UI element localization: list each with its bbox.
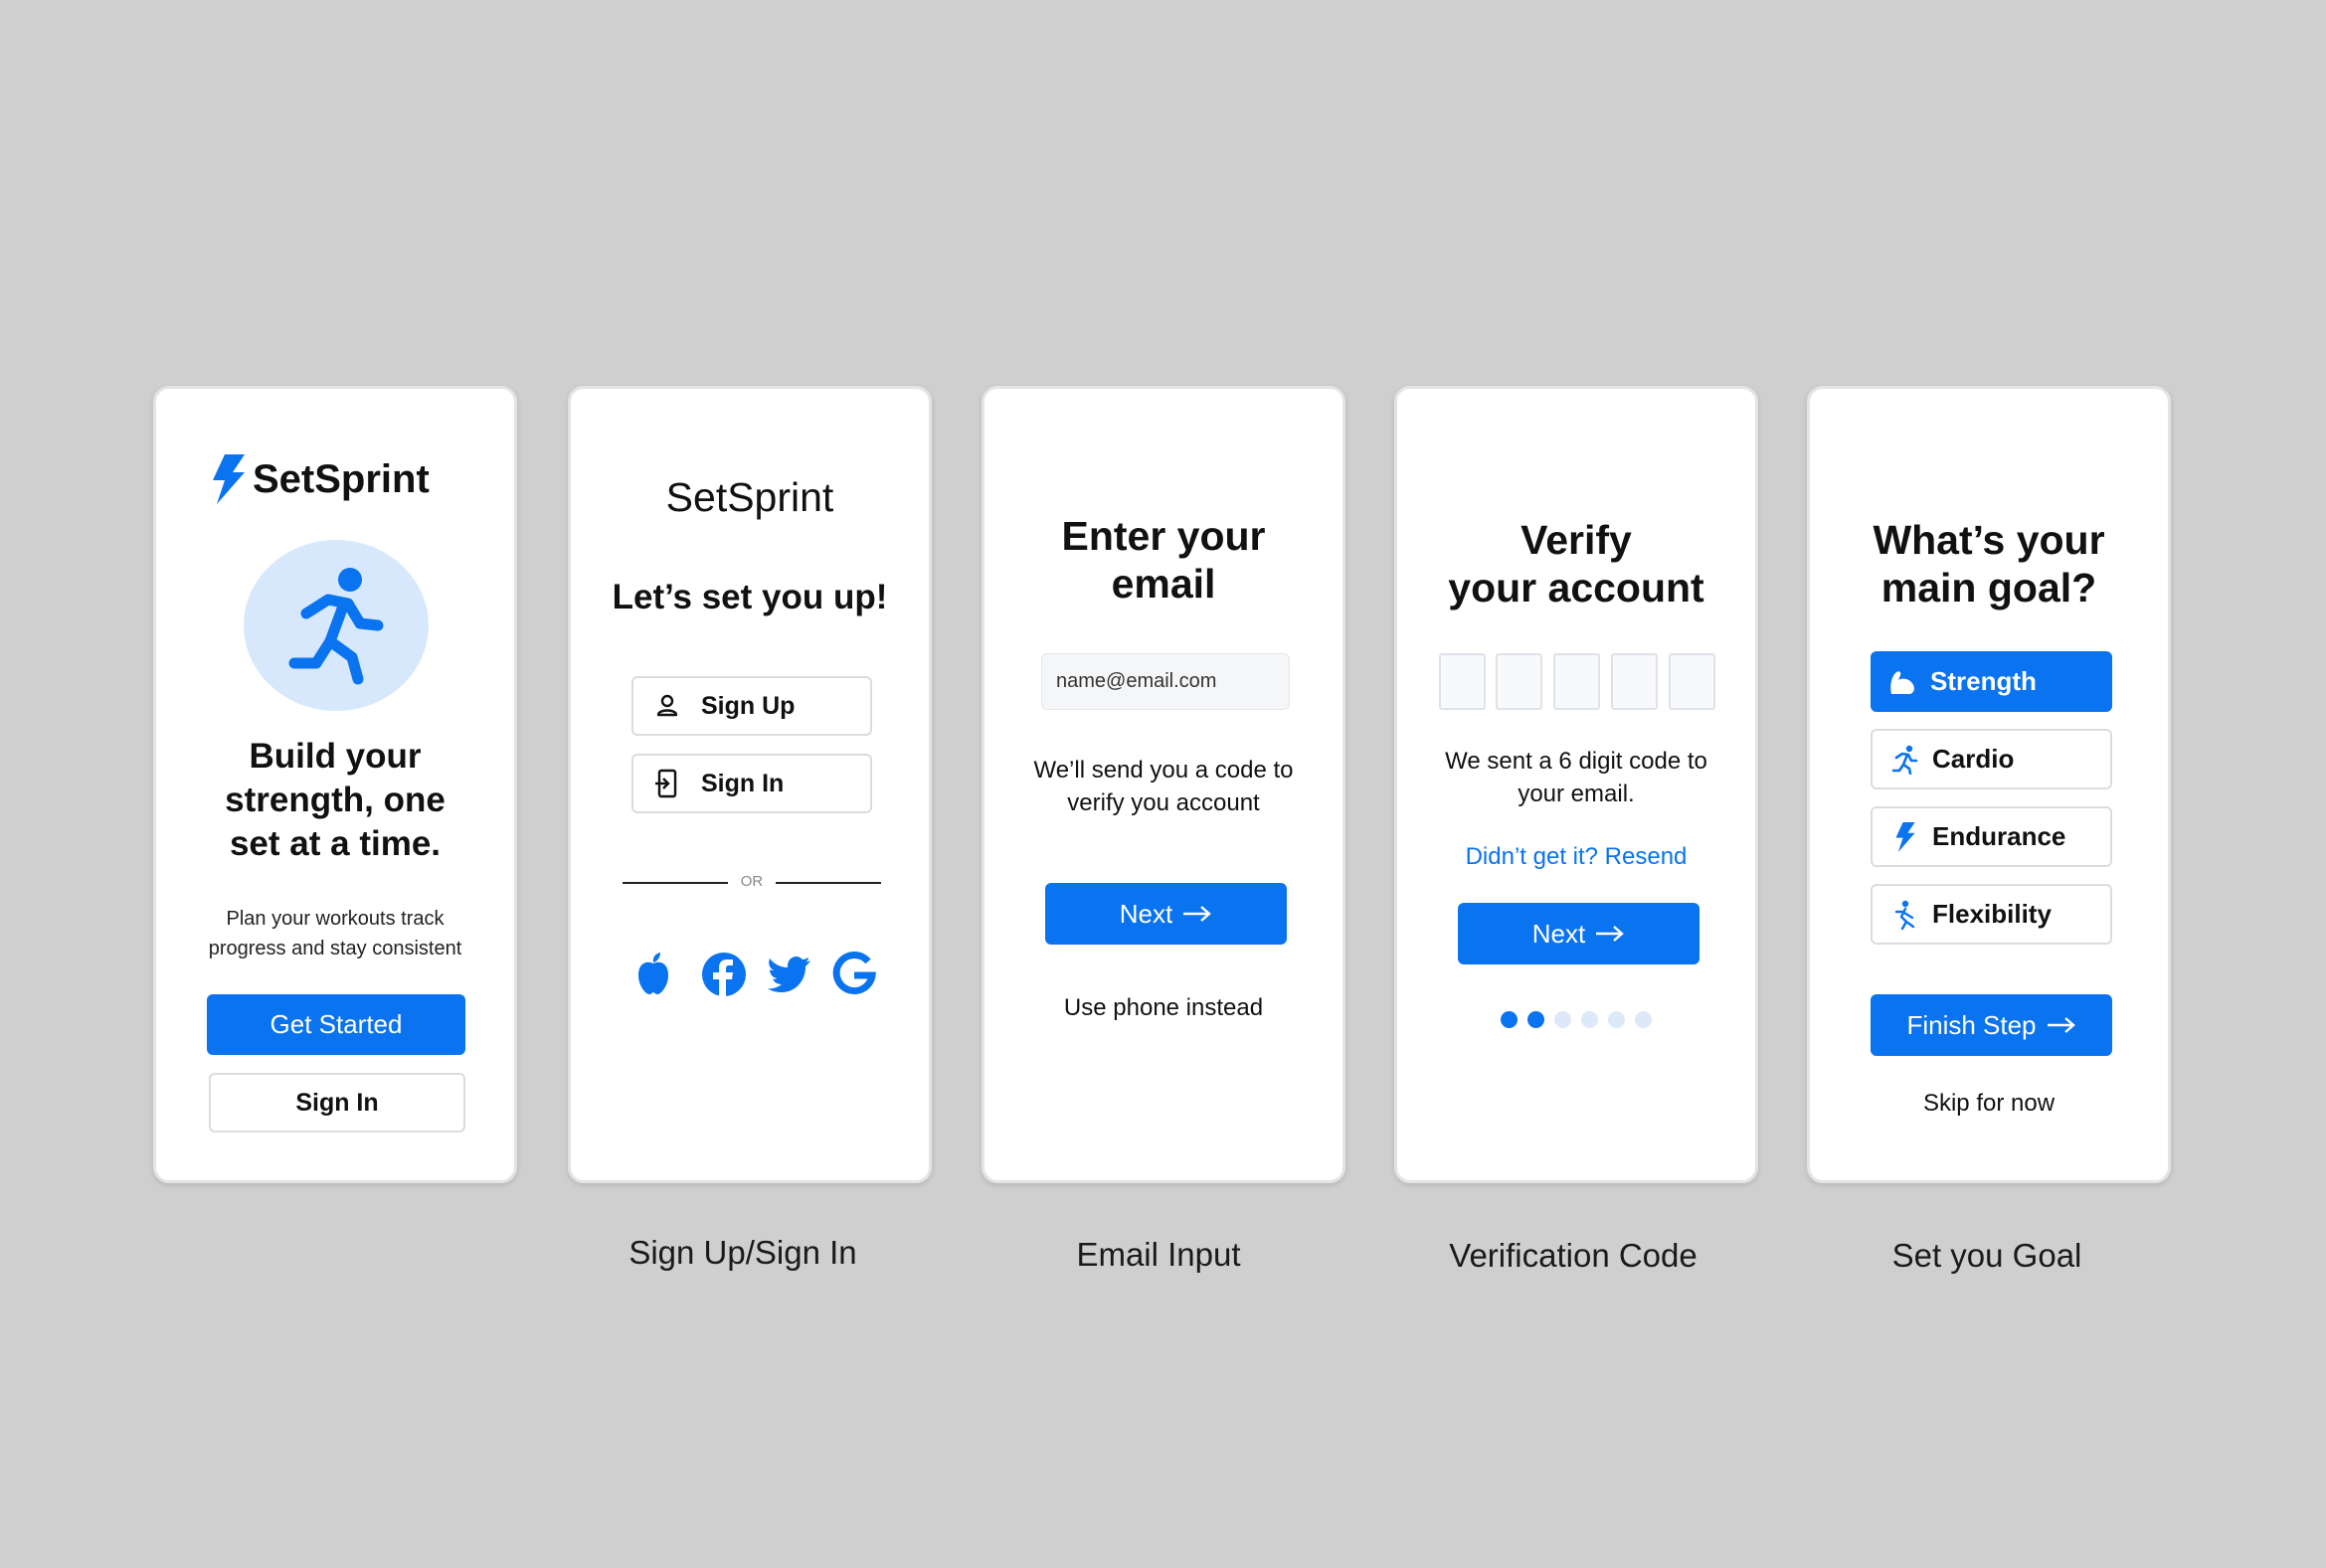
verify-info: We sent a 6 digit code to your email.	[1397, 745, 1755, 810]
caption-signup-signin: Sign Up/Sign In	[628, 1234, 857, 1271]
apple-icon	[638, 953, 668, 994]
divider-line-right	[776, 882, 881, 884]
arrow-right-icon	[1596, 926, 1625, 942]
flexed-arm-icon	[1890, 670, 1914, 694]
sign-in-button[interactable]: Sign In	[209, 1073, 465, 1132]
sign-up-button[interactable]: Sign Up	[631, 676, 872, 736]
lightning-icon	[1895, 821, 1915, 852]
email-input-screen: Enter your email name@email.com We’ll se…	[982, 386, 1345, 1183]
set-goal-screen: What’s your main goal? Strength Cardio E…	[1807, 386, 2171, 1183]
resend-link[interactable]: Didn’t get it? Resend	[1397, 843, 1755, 871]
hero-illustration	[244, 540, 429, 711]
progress-dot-active	[1527, 1011, 1544, 1028]
brand-logo: SetSprint	[211, 454, 430, 504]
email-input[interactable]: name@email.com	[1041, 653, 1290, 710]
sign-in-button[interactable]: Sign In	[631, 754, 872, 813]
next-label: Next	[1531, 918, 1586, 949]
progress-dot-inactive	[1554, 1011, 1571, 1028]
sign-up-label: Sign Up	[701, 691, 796, 720]
google-sign-in[interactable]	[832, 952, 877, 1000]
welcome-screen: SetSprint Build your strength, one set a…	[153, 386, 517, 1183]
apple-sign-in[interactable]	[633, 952, 673, 1000]
heading-line: Enter your	[1061, 513, 1266, 559]
code-digit-box[interactable]	[1496, 653, 1542, 710]
goal-label: Endurance	[1932, 821, 2066, 851]
heading-line: Verify	[1521, 517, 1632, 563]
progress-dot-inactive	[1581, 1011, 1598, 1028]
headline: Build your strength, one set at a time.	[156, 735, 514, 866]
headline-line: strength, one	[225, 781, 446, 819]
brand-name: SetSprint	[665, 474, 834, 520]
next-label: Next	[1119, 898, 1173, 929]
progress-dot-inactive	[1635, 1011, 1652, 1028]
heading-line: email	[1111, 561, 1216, 607]
setup-heading: Let’s set you up!	[612, 578, 888, 616]
subtitle: Plan your workouts track progress and st…	[156, 904, 514, 963]
verify-heading: Verify your account	[1397, 516, 1755, 611]
caption-set-goal: Set you Goal	[1891, 1237, 2082, 1274]
facebook-icon	[702, 953, 746, 996]
lightning-icon	[213, 454, 245, 504]
goal-label: Flexibility	[1932, 899, 2052, 929]
subtitle-line: Plan your workouts track	[226, 908, 445, 930]
code-digit-box[interactable]	[1439, 653, 1486, 710]
login-icon	[655, 769, 677, 798]
sign-in-label: Sign In	[701, 769, 785, 797]
code-digit-box[interactable]	[1669, 653, 1715, 710]
brand-name: SetSprint	[253, 456, 430, 501]
headline-line: Build your	[249, 737, 422, 776]
caption-verification-code: Verification Code	[1449, 1237, 1698, 1274]
goal-heading: What’s your main goal?	[1810, 516, 2168, 611]
progress-dot-active	[1501, 1011, 1518, 1028]
runner-icon	[1891, 745, 1918, 775]
facebook-sign-in[interactable]	[701, 952, 747, 1002]
heading-line: What’s your	[1873, 517, 2105, 563]
info-line: We sent a 6 digit code to	[1445, 748, 1707, 775]
goal-option-strength[interactable]: Strength	[1871, 651, 2112, 712]
caption-email-input: Email Input	[1076, 1236, 1241, 1273]
heading-line: main goal?	[1880, 565, 2097, 610]
divider-or: OR	[740, 873, 764, 890]
use-phone-link[interactable]: Use phone instead	[984, 994, 1342, 1022]
heading-line: your account	[1448, 565, 1704, 610]
info-line: verify you account	[1067, 789, 1260, 816]
code-digit-box[interactable]	[1553, 653, 1600, 710]
email-heading: Enter your email	[984, 512, 1342, 608]
stretch-icon	[1894, 900, 1915, 930]
verification-screen: Verify your account We sent a 6 digit co…	[1394, 386, 1758, 1183]
next-button[interactable]: Next	[1458, 903, 1700, 964]
goal-option-cardio[interactable]: Cardio	[1871, 729, 2112, 789]
goal-label: Cardio	[1932, 744, 2015, 774]
google-icon	[832, 952, 877, 994]
info-line: We’ll send you a code to	[1033, 757, 1294, 784]
progress-dot-inactive	[1608, 1011, 1625, 1028]
goal-option-endurance[interactable]: Endurance	[1871, 806, 2112, 867]
arrow-right-icon	[1183, 906, 1212, 922]
signup-signin-screen: SetSprint Let’s set you up! Sign Up Sign…	[568, 386, 932, 1183]
twitter-sign-in[interactable]	[766, 956, 811, 998]
headline-line: set at a time.	[229, 824, 442, 863]
goal-label: Strength	[1930, 666, 2037, 696]
goal-option-flexibility[interactable]: Flexibility	[1871, 884, 2112, 945]
twitter-icon	[768, 957, 810, 992]
subtitle-line: progress and stay consistent	[208, 938, 462, 959]
finish-label: Finish Step	[1906, 1009, 2037, 1040]
finish-step-button[interactable]: Finish Step	[1871, 994, 2112, 1056]
skip-link[interactable]: Skip for now	[1810, 1090, 2168, 1118]
email-info: We’ll send you a code to verify you acco…	[984, 754, 1342, 819]
user-icon	[656, 694, 678, 717]
arrow-right-icon	[2047, 1017, 2075, 1033]
runner-icon	[288, 568, 384, 685]
info-line: your email.	[1518, 781, 1635, 807]
code-digit-box[interactable]	[1611, 653, 1658, 710]
divider-line-left	[623, 882, 728, 884]
next-button[interactable]: Next	[1045, 883, 1287, 945]
get-started-button[interactable]: Get Started	[207, 994, 465, 1055]
